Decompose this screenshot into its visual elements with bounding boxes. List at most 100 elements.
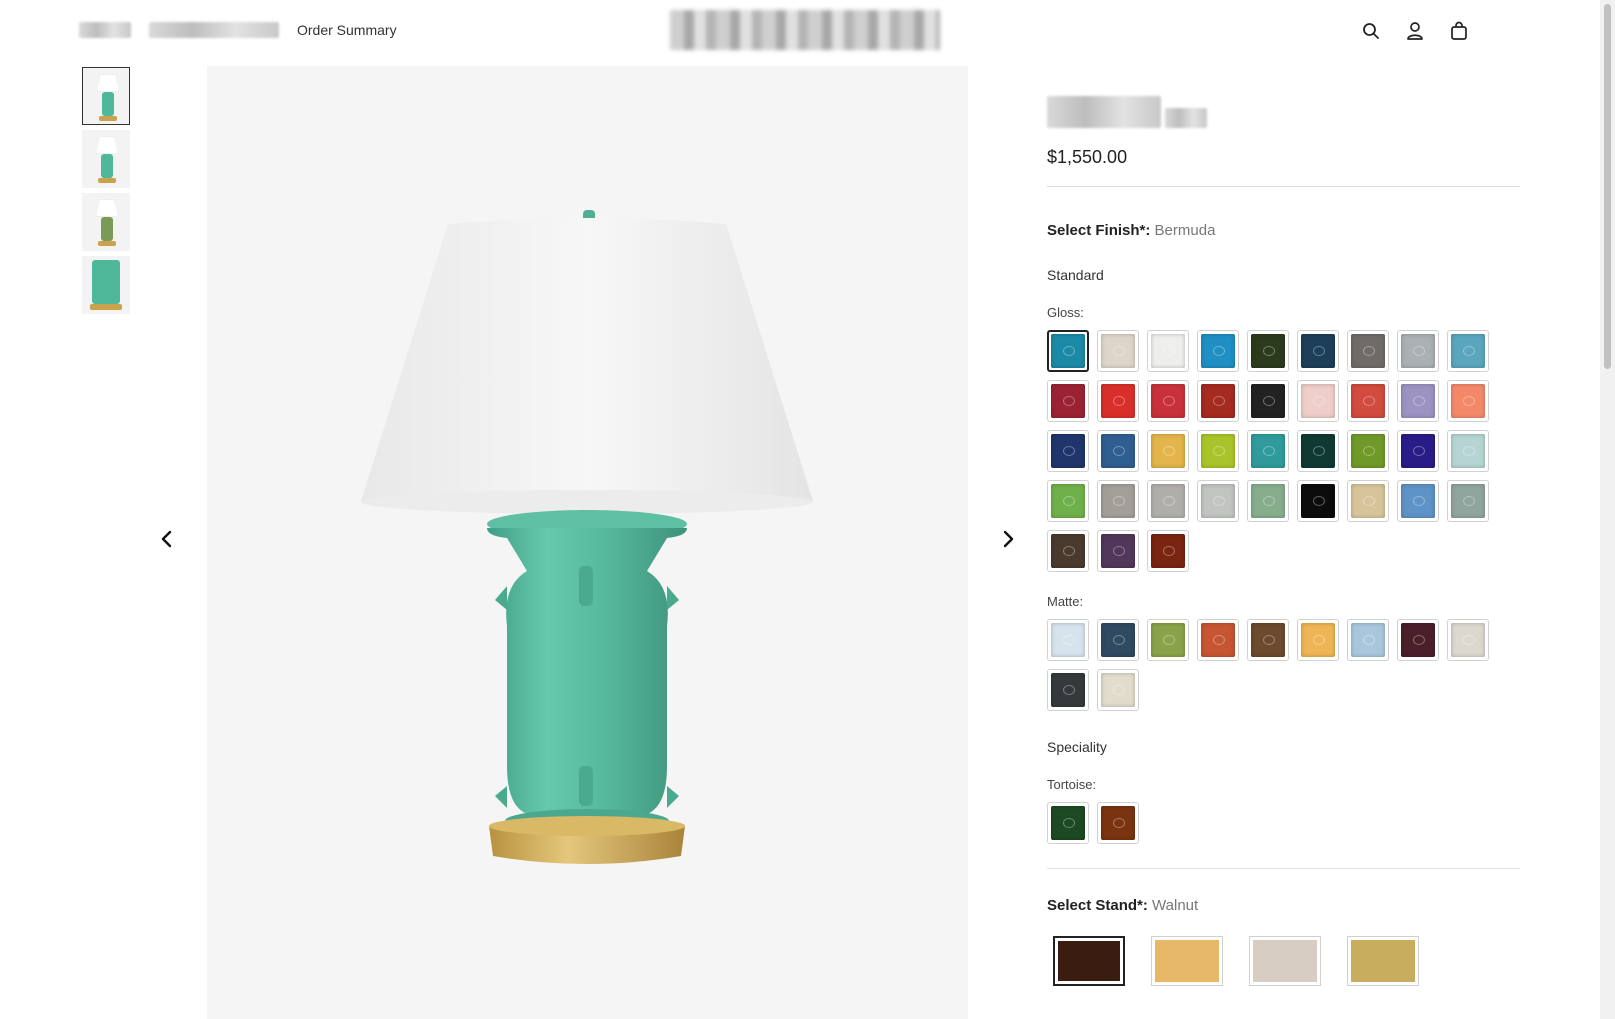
select-finish-label: Select Finish*: Bermuda xyxy=(1047,222,1520,239)
brand-logo[interactable] xyxy=(670,10,940,50)
gloss-swatch[interactable] xyxy=(1047,380,1089,422)
swatch-color xyxy=(1101,384,1135,418)
gloss-swatch[interactable] xyxy=(1297,330,1339,372)
breadcrumb: Order Summary xyxy=(79,22,397,38)
gloss-swatch[interactable] xyxy=(1247,330,1289,372)
gloss-swatch[interactable] xyxy=(1047,480,1089,522)
gloss-swatch[interactable] xyxy=(1147,330,1189,372)
gloss-swatch[interactable] xyxy=(1247,380,1289,422)
gloss-swatch[interactable] xyxy=(1297,430,1339,472)
matte-swatch[interactable] xyxy=(1097,669,1139,711)
swatch-color xyxy=(1251,334,1285,368)
gloss-swatch[interactable] xyxy=(1447,330,1489,372)
matte-swatch[interactable] xyxy=(1347,619,1389,661)
thumbnail-4[interactable] xyxy=(82,256,130,314)
gloss-swatch[interactable] xyxy=(1347,480,1389,522)
swatch-color xyxy=(1401,484,1435,518)
account-icon[interactable] xyxy=(1404,20,1426,42)
gloss-swatch[interactable] xyxy=(1397,430,1439,472)
bag-icon[interactable] xyxy=(1448,20,1470,42)
select-finish-title: Select Finish xyxy=(1047,222,1140,239)
swatch-color xyxy=(1151,384,1185,418)
swatch-color xyxy=(1251,484,1285,518)
thumbnail-2[interactable] xyxy=(82,130,130,188)
required-mark: *: xyxy=(1139,222,1151,239)
gloss-swatch[interactable] xyxy=(1097,430,1139,472)
swatch-color xyxy=(1051,806,1085,840)
gloss-swatch[interactable] xyxy=(1447,430,1489,472)
stand-swatch[interactable] xyxy=(1347,936,1419,986)
gloss-swatch[interactable] xyxy=(1147,430,1189,472)
product-subtitle-redacted xyxy=(1165,108,1208,128)
product-price: $1,550.00 xyxy=(1047,147,1128,167)
search-icon[interactable] xyxy=(1360,20,1382,42)
gloss-swatch[interactable] xyxy=(1347,380,1389,422)
breadcrumb-order-summary[interactable]: Order Summary xyxy=(297,22,397,38)
gloss-swatch[interactable] xyxy=(1347,330,1389,372)
chevron-right-icon xyxy=(1003,530,1014,548)
swatch-color xyxy=(1201,484,1235,518)
gloss-swatch[interactable] xyxy=(1247,430,1289,472)
gloss-swatch[interactable] xyxy=(1297,480,1339,522)
stand-swatch[interactable] xyxy=(1053,936,1125,986)
swatch-color xyxy=(1051,534,1085,568)
previous-image-button[interactable] xyxy=(155,527,179,551)
matte-swatch[interactable] xyxy=(1297,619,1339,661)
matte-swatch[interactable] xyxy=(1097,619,1139,661)
gloss-swatch[interactable] xyxy=(1447,380,1489,422)
gloss-swatch[interactable] xyxy=(1397,480,1439,522)
matte-swatch[interactable] xyxy=(1397,619,1439,661)
matte-swatches xyxy=(1047,619,1520,711)
swatch-color xyxy=(1301,334,1335,368)
swatch-color xyxy=(1051,623,1085,657)
tortoise-swatch[interactable] xyxy=(1097,802,1139,844)
gloss-swatch[interactable] xyxy=(1397,330,1439,372)
gloss-swatch[interactable] xyxy=(1097,480,1139,522)
swatch-color xyxy=(1301,623,1335,657)
swatch-color xyxy=(1401,334,1435,368)
page-scrollbar[interactable] xyxy=(1600,0,1615,1019)
gloss-swatch[interactable] xyxy=(1097,530,1139,572)
select-stand-label: Select Stand*: Walnut xyxy=(1047,897,1520,914)
swatch-color xyxy=(1051,384,1085,418)
matte-swatch[interactable] xyxy=(1147,619,1189,661)
chevron-left-icon xyxy=(161,530,172,548)
gloss-swatch[interactable] xyxy=(1047,430,1089,472)
matte-swatch[interactable] xyxy=(1047,619,1089,661)
gloss-swatch[interactable] xyxy=(1247,480,1289,522)
gloss-swatch[interactable] xyxy=(1097,380,1139,422)
gloss-swatch[interactable] xyxy=(1047,330,1089,372)
select-stand-title: Select Stand xyxy=(1047,897,1138,914)
gloss-title: Gloss: xyxy=(1047,305,1084,320)
gloss-swatch[interactable] xyxy=(1147,530,1189,572)
matte-swatch[interactable] xyxy=(1047,669,1089,711)
gloss-swatch[interactable] xyxy=(1347,430,1389,472)
gloss-swatch[interactable] xyxy=(1097,330,1139,372)
matte-swatch[interactable] xyxy=(1247,619,1289,661)
breadcrumb-category-redacted[interactable] xyxy=(149,22,279,38)
required-mark: *: xyxy=(1137,897,1148,914)
gloss-swatch[interactable] xyxy=(1197,380,1239,422)
matte-swatch[interactable] xyxy=(1447,619,1489,661)
matte-swatch[interactable] xyxy=(1197,619,1239,661)
stand-swatch[interactable] xyxy=(1151,936,1223,986)
gloss-swatch[interactable] xyxy=(1047,530,1089,572)
gloss-swatch[interactable] xyxy=(1197,330,1239,372)
tortoise-swatch[interactable] xyxy=(1047,802,1089,844)
gloss-swatch[interactable] xyxy=(1297,380,1339,422)
gloss-swatch[interactable] xyxy=(1147,480,1189,522)
stand-swatch[interactable] xyxy=(1249,936,1321,986)
thumbnail-1[interactable] xyxy=(82,67,130,125)
gloss-swatch[interactable] xyxy=(1447,480,1489,522)
gloss-swatch[interactable] xyxy=(1147,380,1189,422)
gloss-swatch[interactable] xyxy=(1397,380,1439,422)
scrollbar-thumb[interactable] xyxy=(1604,4,1611,369)
thumbnail-3[interactable] xyxy=(82,193,130,251)
next-image-button[interactable] xyxy=(996,527,1020,551)
gloss-swatch[interactable] xyxy=(1197,480,1239,522)
breadcrumb-home-redacted[interactable] xyxy=(79,22,131,38)
gloss-swatch[interactable] xyxy=(1197,430,1239,472)
swatch-color xyxy=(1301,384,1335,418)
swatch-color xyxy=(1401,434,1435,468)
stand-color xyxy=(1253,940,1317,982)
